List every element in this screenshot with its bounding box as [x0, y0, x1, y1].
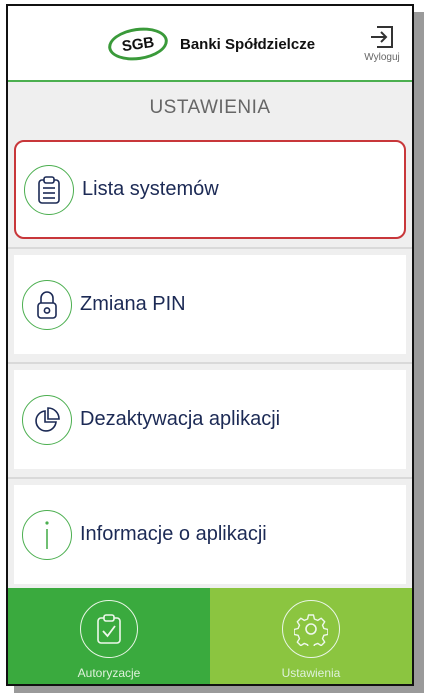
info-icon [22, 509, 72, 560]
brand-logo: SGB Banki Spółdzielcze [106, 23, 316, 65]
menu-card[interactable]: Zmiana PIN [14, 255, 406, 354]
brand-name: Banki Spółdzielcze [180, 35, 316, 53]
logo-mark-text: SGB [120, 33, 156, 55]
menu-card[interactable]: Informacje o aplikacji [14, 485, 406, 584]
menu-item-label: Zmiana PIN [80, 293, 186, 315]
menu-item-system-list[interactable]: Lista systemów [8, 134, 412, 249]
menu-item-change-pin[interactable]: Zmiana PIN [8, 249, 412, 364]
tab-authorizations[interactable]: Autoryzacje [8, 588, 210, 684]
menu-item-label: Lista systemów [82, 178, 219, 200]
bottom-tab-bar: Autoryzacje Ustawienia [8, 588, 412, 684]
menu-item-deactivate-app[interactable]: Dezaktywacja aplikacji [8, 364, 412, 479]
menu-card[interactable]: Lista systemów [14, 140, 406, 239]
logout-button[interactable]: Wyloguj [356, 24, 408, 63]
pie-chart-icon [22, 394, 72, 445]
page-title: USTAWIENIA [149, 97, 271, 118]
page-title-bar: USTAWIENIA [8, 82, 412, 134]
gear-icon [282, 600, 340, 658]
logout-label: Wyloguj [364, 52, 400, 63]
menu-card[interactable]: Dezaktywacja aplikacji [14, 370, 406, 469]
tab-label: Ustawienia [281, 666, 341, 680]
lock-icon [22, 279, 72, 330]
sgb-logo-mark: SGB [106, 23, 170, 65]
menu-item-app-info[interactable]: Informacje o aplikacji [8, 479, 412, 594]
clipboard-icon [24, 164, 74, 215]
menu-item-label: Informacje o aplikacji [80, 523, 267, 545]
clipboard-check-icon [80, 600, 138, 658]
menu-item-label: Dezaktywacja aplikacji [80, 408, 281, 430]
app-screen: SGB Banki Spółdzielcze Wyloguj USTAWIENI… [6, 4, 414, 686]
app-header: SGB Banki Spółdzielcze Wyloguj [8, 6, 412, 82]
logout-icon [371, 26, 393, 48]
tab-label: Autoryzacje [77, 666, 141, 680]
tab-settings[interactable]: Ustawienia [210, 588, 412, 684]
settings-menu: Lista systemów Zmiana PIN Dezaktywacja a… [8, 134, 412, 594]
